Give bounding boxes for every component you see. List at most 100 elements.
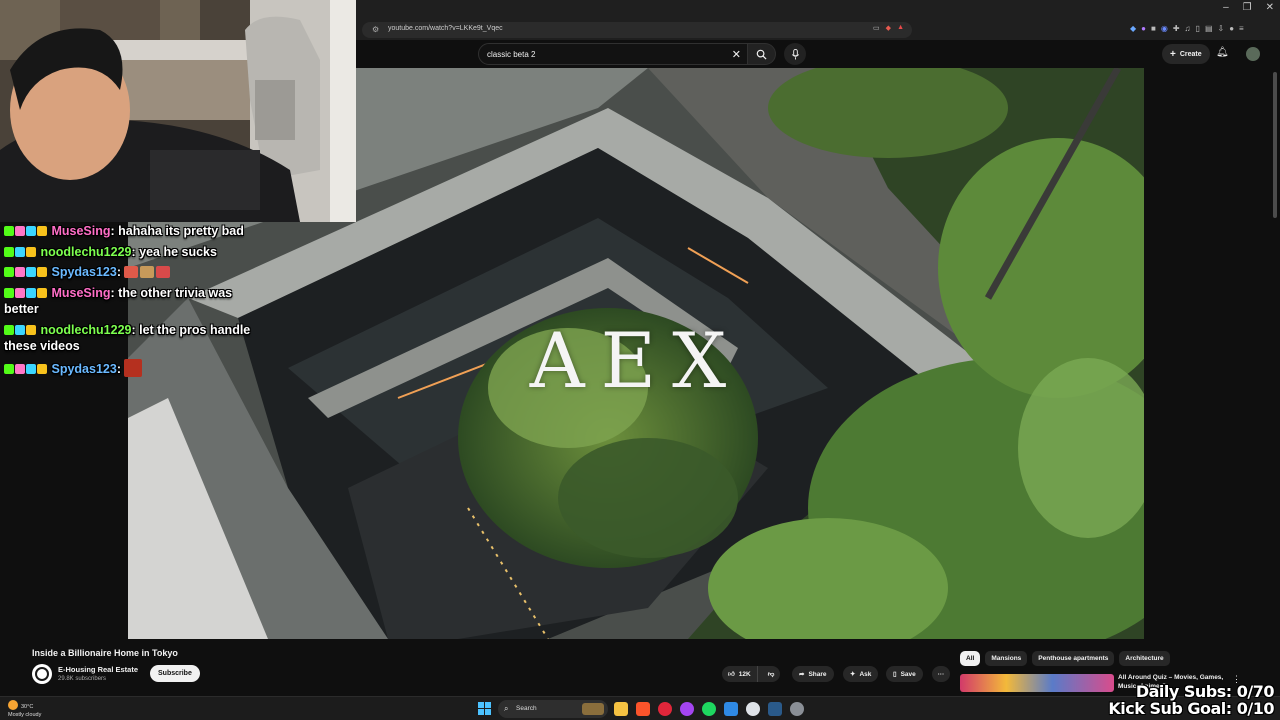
weather-condition: Mostly cloudy: [8, 712, 42, 718]
kick-badge-icon: [4, 267, 14, 277]
puzzle-icon[interactable]: ✚: [1173, 24, 1180, 33]
share-label: Share: [808, 670, 827, 678]
file-explorer-icon[interactable]: [614, 702, 628, 716]
extension-icon[interactable]: ◆: [886, 24, 891, 32]
more-actions-button[interactable]: ···: [932, 666, 950, 682]
ext-icon[interactable]: ◉: [1161, 24, 1168, 33]
wallet-icon[interactable]: ▤: [1205, 24, 1213, 33]
share-button[interactable]: ➦ Share: [792, 666, 834, 682]
subscriber-count: 29.8K subscribers: [58, 676, 107, 682]
dislike-button[interactable]: 👎︎: [762, 666, 781, 682]
start-button[interactable]: [478, 702, 491, 715]
chip-penthouse-apartments[interactable]: Penthouse apartments: [1032, 651, 1115, 666]
spotify-icon[interactable]: [702, 702, 716, 716]
profile-icon[interactable]: ●: [1229, 24, 1234, 33]
chat-username: noodlechu1229: [40, 244, 132, 259]
kick-badge-icon: [4, 363, 14, 374]
vip-badge-icon: [15, 246, 25, 257]
chip-mansions[interactable]: Mansions: [985, 651, 1028, 666]
remote-desktop-icon[interactable]: [724, 702, 738, 716]
clear-search-icon[interactable]: ✕: [732, 48, 741, 61]
search-button[interactable]: [748, 43, 776, 65]
like-dislike-pill: 👍︎ 12K 👎︎: [722, 666, 781, 682]
more-horizontal-icon: ···: [937, 670, 945, 678]
gift-badge-icon: [37, 287, 47, 298]
like-button[interactable]: 👍︎ 12K: [722, 666, 758, 682]
screen: – ❐ ✕ ⚙ youtube.com/watch?v=LKKe9t_Vqec …: [0, 0, 1280, 720]
taskbar-apps: [614, 702, 804, 716]
sidebar-icon[interactable]: ▯: [1196, 24, 1200, 33]
restore-icon[interactable]: ❐: [1243, 2, 1252, 13]
url-field[interactable]: ⚙ youtube.com/watch?v=LKKe9t_Vqec ▭ ◆ ▲: [362, 22, 912, 38]
emote-icon: [156, 266, 171, 278]
thumbs-down-icon: 👎︎: [767, 671, 775, 678]
video-info-bar: Inside a Billionaire Home in Tokyo E-Hou…: [0, 640, 1280, 692]
search-icon: [756, 49, 767, 60]
stream-goal-overlay: Daily Subs: 0/70 Kick Sub Goal: 0/10: [1108, 683, 1274, 717]
settings-gear-icon[interactable]: [790, 702, 804, 716]
chat-message: MuseSing: hahaha its pretty bad: [4, 223, 264, 240]
plus-icon: +: [1170, 48, 1176, 60]
channel-logo-icon: [35, 667, 49, 681]
subscribe-button[interactable]: Subscribe: [150, 665, 200, 682]
like-count: 12K: [738, 670, 751, 678]
microphone-icon: [791, 48, 799, 60]
weather-widget[interactable]: 30°C Mostly cloudy: [8, 700, 41, 719]
messenger-icon[interactable]: [680, 702, 694, 716]
chat-message: Spydas123:: [4, 358, 264, 378]
gift-badge-icon: [37, 363, 47, 374]
close-icon[interactable]: ✕: [1266, 2, 1274, 13]
like-dislike-group: 👍︎ 12K 👎︎: [722, 666, 781, 682]
kick-badge-icon: [4, 246, 14, 257]
save-button[interactable]: ▯ Save: [886, 666, 923, 682]
bookmark-icon: ▯: [893, 671, 897, 678]
create-button[interactable]: + Create: [1162, 44, 1210, 64]
steam-icon[interactable]: [768, 702, 782, 716]
save-pill[interactable]: ▯ Save: [886, 666, 923, 682]
brave-browser-icon[interactable]: [636, 702, 650, 716]
channel-avatar[interactable]: [32, 664, 52, 684]
music-icon[interactable]: ♫: [1185, 24, 1191, 33]
extension-icons: ◆ ● ■ ◉ ✚ ♫ ▯ ▤ ⇩ ● ≡: [1130, 24, 1244, 33]
gift-badge-icon: [26, 246, 36, 257]
vip-badge-icon: [26, 287, 36, 298]
url-text[interactable]: youtube.com/watch?v=LKKe9t_Vqec: [388, 25, 503, 32]
channel-name[interactable]: E-Housing Real Estate: [58, 665, 138, 674]
weather-icon: [8, 700, 18, 710]
search-box[interactable]: classic beta 2 ✕: [478, 43, 748, 65]
menu-icon[interactable]: ≡: [1239, 24, 1244, 33]
more-pill[interactable]: ···: [932, 666, 950, 682]
gift-badge-icon: [26, 324, 36, 335]
opera-icon[interactable]: [658, 702, 672, 716]
download-icon[interactable]: ⇩: [1218, 24, 1225, 33]
page-scrollbar[interactable]: [1273, 72, 1277, 218]
create-label: Create: [1179, 50, 1202, 58]
weather-temperature: 30°C: [21, 704, 34, 710]
chip-all[interactable]: All: [960, 651, 981, 666]
webcam-overlay: [0, 0, 356, 222]
notifications-bell-icon[interactable]: 🔔︎: [1216, 47, 1229, 58]
chat-message: noodlechu1229: let the pros handle these…: [4, 322, 251, 353]
chrome-icon[interactable]: [746, 702, 760, 716]
recommended-video-thumbnail[interactable]: [960, 674, 1114, 692]
sub-badge-icon: [15, 363, 25, 374]
kick-sub-goal: Kick Sub Goal: 0/10: [1108, 699, 1274, 718]
ask-pill[interactable]: ✦ Ask: [843, 666, 879, 682]
account-avatar[interactable]: [1246, 47, 1260, 61]
alert-icon[interactable]: ▲: [897, 24, 904, 32]
ext-icon[interactable]: ◆: [1130, 24, 1136, 33]
chip-architecture[interactable]: Architecture: [1119, 651, 1170, 666]
ext-icon[interactable]: ●: [1141, 24, 1146, 33]
voice-search-button[interactable]: [784, 43, 806, 65]
related-chips: All Mansions Penthouse apartments Archit…: [960, 651, 1170, 666]
taskbar-search[interactable]: ⌕ Search: [498, 700, 608, 718]
ext-icon[interactable]: ■: [1151, 24, 1156, 33]
share-pill[interactable]: ➦ Share: [792, 666, 834, 682]
chat-message: Spydas123:: [4, 264, 264, 281]
cast-icon[interactable]: ▭: [873, 24, 880, 32]
minimize-icon[interactable]: –: [1223, 2, 1229, 13]
ask-button[interactable]: ✦ Ask: [843, 666, 879, 682]
webcam-feed: [0, 0, 356, 222]
site-info-icon[interactable]: ⚙: [372, 25, 379, 34]
search-input[interactable]: classic beta 2: [487, 50, 535, 59]
